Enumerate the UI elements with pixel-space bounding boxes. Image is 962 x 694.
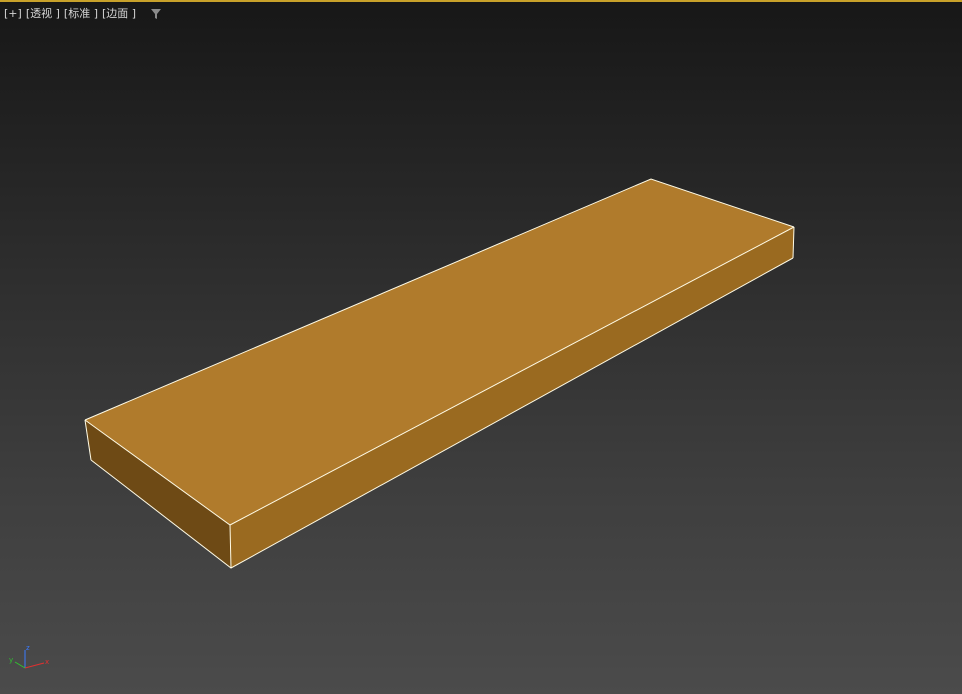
- axis-tripod-icon: z x y: [9, 644, 49, 669]
- viewport-display-mode-label[interactable]: [边面 ]: [102, 7, 136, 21]
- box-object[interactable]: [84, 178, 795, 569]
- z-axis-label: z: [26, 644, 30, 652]
- viewport-menu-label[interactable]: [+]: [4, 7, 22, 21]
- y-axis-label: y: [9, 656, 13, 664]
- viewport-shading-label[interactable]: [标准 ]: [64, 7, 98, 21]
- scene-canvas[interactable]: [0, 0, 962, 694]
- viewport-point-of-view-label[interactable]: [透视 ]: [26, 7, 60, 21]
- viewport-label-bar: [+] [透视 ] [标准 ] [边面 ]: [4, 7, 162, 21]
- x-axis-label: x: [45, 658, 49, 666]
- filter-icon[interactable]: [150, 8, 162, 20]
- x-axis-line: [24, 662, 45, 669]
- perspective-viewport[interactable]: [+] [透视 ] [标准 ] [边面 ] z x y: [0, 0, 962, 694]
- y-axis-line: [14, 661, 26, 669]
- box-top-face[interactable]: [85, 179, 794, 525]
